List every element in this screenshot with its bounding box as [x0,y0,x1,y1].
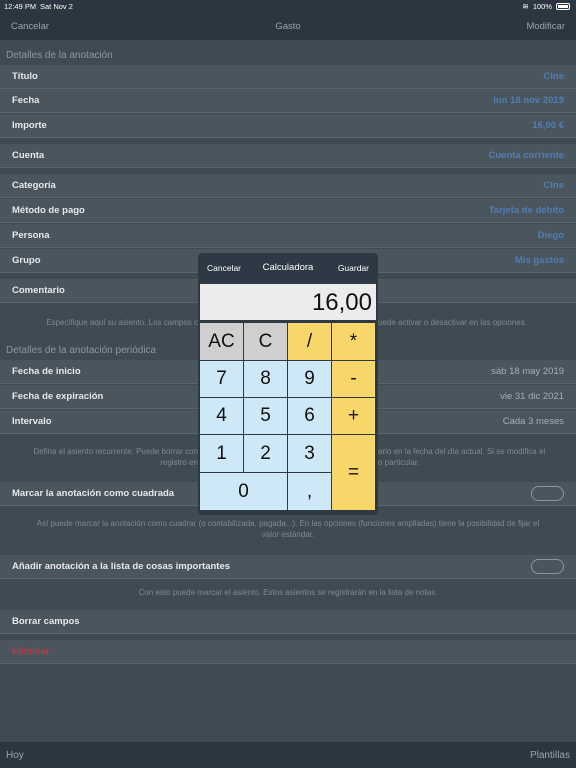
borrar-campos-button[interactable]: Borrar campos [0,610,576,634]
key-divide[interactable]: / [288,323,332,361]
row-value: Cuenta corriente [488,150,565,161]
key-3[interactable]: 3 [288,435,332,473]
row-label: Marcar la anotación como cuadrada [12,488,175,499]
calculator-popup: Cancelar Calculadora Guardar 16,00 AC C … [198,253,378,515]
row-label: Método de pago [12,205,85,216]
note-periodic-2-left: registro en [160,458,198,467]
calculator-keypad: AC C / * 7 8 9 - 4 5 6 + 1 2 3 = 0 , [200,323,376,511]
key-clear[interactable]: C [244,323,288,361]
row-label: Categoría [12,180,56,191]
row-label: Cuenta [12,150,45,161]
row-label: Añadir anotación a la lista de cosas imp… [12,561,231,572]
note-importantes: Con esto puede marcar el asiento. Estos … [138,588,438,597]
calculator-save-button[interactable]: Guardar [338,263,369,273]
row-titulo[interactable]: Título Cine [0,65,576,89]
page-title: Gasto [275,21,301,32]
key-9[interactable]: 9 [288,361,332,398]
row-cuenta[interactable]: Cuenta Cuenta corriente [0,144,576,168]
row-categoria[interactable]: Categoría Cine [0,174,576,198]
bottom-toolbar: Hoy Plantillas [0,742,576,768]
row-metodo-pago[interactable]: Método de pago Tarjeta de débito [0,199,576,223]
key-2[interactable]: 2 [244,435,288,473]
note-comentario-left: Especifique aquí su asiento. Los campos … [46,318,198,327]
status-bar: 12:49 PM Sat Nov 2 ≋ 100% [0,0,576,12]
key-6[interactable]: 6 [288,398,332,435]
status-right: ≋ 100% [522,2,570,11]
row-value: vie 31 dic 2021 [500,391,564,402]
note-periodic-1-left: Defina el asiento recurrente. Puede borr… [33,447,198,456]
row-persona[interactable]: Persona Diego [0,224,576,248]
section-header-details: Detalles de la anotación [6,50,113,61]
row-value: Cine [543,71,564,82]
calculator-display: 16,00 [200,284,376,320]
plantillas-button[interactable]: Plantillas [530,750,570,761]
row-label: Intervalo [12,416,52,427]
note-periodic-1-right: ario en la fecha del día actual. Si se m… [378,447,546,456]
row-value: Diego [537,230,564,241]
key-comma[interactable]: , [288,473,332,511]
wifi-icon: ≋ [522,2,529,11]
row-importantes: Añadir anotación a la lista de cosas imp… [0,555,576,579]
row-label: Importe [12,120,47,131]
row-label: Fecha de inicio [12,366,81,377]
status-date: Sat Nov 2 [40,2,73,11]
row-value: sáb 18 may 2019 [491,366,564,377]
key-ac[interactable]: AC [200,323,244,361]
key-minus[interactable]: - [332,361,376,398]
row-value: 16,00 € [532,120,564,131]
row-label: Fecha de expiración [12,391,104,402]
importantes-toggle[interactable] [531,559,564,574]
row-value: Tarjeta de débito [488,205,564,216]
row-label: Comentario [12,285,65,296]
calculator-header: Cancelar Calculadora Guardar [198,253,378,281]
key-plus[interactable]: + [332,398,376,435]
row-label: Borrar campos [12,616,80,627]
row-value: Cada 3 meses [502,416,564,427]
battery-percent: 100% [532,2,552,11]
nav-bar: Cancelar Gasto Modificar [0,12,576,40]
hoy-button[interactable]: Hoy [6,750,24,761]
key-multiply[interactable]: * [332,323,376,361]
row-value: lun 18 nov 2019 [493,95,564,106]
key-1[interactable]: 1 [200,435,244,473]
key-7[interactable]: 7 [200,361,244,398]
key-4[interactable]: 4 [200,398,244,435]
row-importe[interactable]: Importe 16,00 € [0,114,576,138]
modify-button[interactable]: Modificar [526,21,565,32]
section-header-periodic: Detalles de la anotación periódica [6,345,157,356]
row-label: Persona [12,230,50,241]
key-0[interactable]: 0 [200,473,288,511]
row-value: Cine [543,180,564,191]
key-equals[interactable]: = [332,435,376,511]
row-label: Título [12,71,38,82]
status-time: 12:49 PM [4,2,37,11]
key-8[interactable]: 8 [244,361,288,398]
row-value: Mis gastos [514,255,564,266]
row-label: Eliminar [12,646,50,657]
note-periodic-2-right: o particular. [378,458,420,467]
row-fecha[interactable]: Fecha lun 18 nov 2019 [0,89,576,113]
note-comentario-right: uede activar o desactivar en las opcione… [378,318,527,327]
row-label: Grupo [12,255,41,266]
note-cuadrada: Así puede marcar la anotación como cuadr… [36,519,540,539]
row-label: Fecha [12,95,40,106]
battery-icon [556,3,570,10]
key-5[interactable]: 5 [244,398,288,435]
cuadrada-toggle[interactable] [531,486,564,501]
eliminar-button[interactable]: Eliminar [0,640,576,664]
